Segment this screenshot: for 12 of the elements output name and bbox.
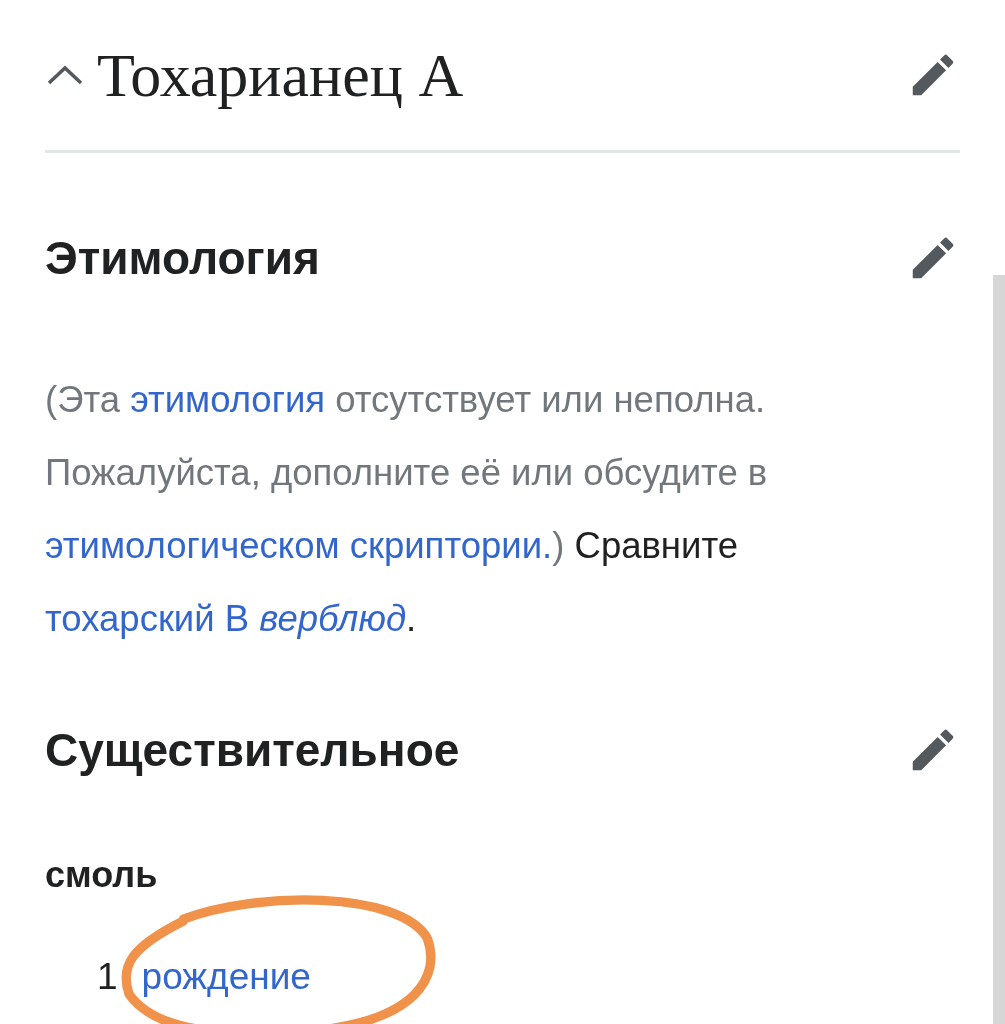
section-heading: Существительное (45, 723, 460, 777)
etymology-text: (Эта этимология отсутствует или неполна. Пожалуйста, дополните её или обсудите в этимологическом скриптории.) Сравните тохарский B верблюд. (45, 378, 769, 641)
section-heading: Этимология (45, 231, 320, 285)
collapse-icon[interactable] (45, 63, 85, 87)
scrollbar[interactable] (993, 275, 1005, 1024)
link[interactable]: тохарский B верблюд (45, 598, 407, 639)
sense-number: 1 (97, 956, 118, 998)
sense-link[interactable]: рождение (141, 956, 311, 998)
headword: смоль (45, 853, 159, 897)
section-title[interactable]: Тохарианец A (97, 39, 906, 111)
link[interactable]: этимология (130, 379, 326, 420)
link[interactable]: этимологическом скриптории. (45, 525, 553, 566)
